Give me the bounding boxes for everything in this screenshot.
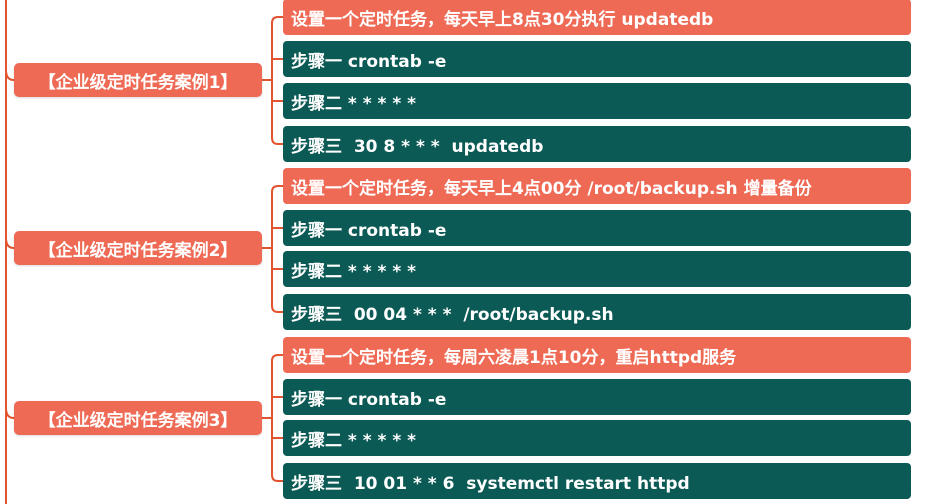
group-1-bracket xyxy=(271,16,283,145)
case-3-label[interactable]: 【企业级定时任务案例3】 xyxy=(14,401,262,435)
case-2-step-2[interactable]: 步骤二 * * * * * xyxy=(283,251,911,287)
case-1-step-2[interactable]: 步骤二 * * * * * xyxy=(283,83,911,119)
case-1-label[interactable]: 【企业级定时任务案例1】 xyxy=(14,63,262,97)
case-1-step-3[interactable]: 步骤三 30 8 * * * updatedb xyxy=(283,126,911,162)
case-3-title[interactable]: 设置一个定时任务，每周六凌晨1点10分，重启httpd服务 xyxy=(283,337,911,373)
case-2-label[interactable]: 【企业级定时任务案例2】 xyxy=(14,231,262,265)
case-2-title[interactable]: 设置一个定时任务，每天早上4点00分 /root/backup.sh 增量备份 xyxy=(283,168,911,204)
case-3-step-2[interactable]: 步骤二 * * * * * xyxy=(283,420,911,456)
case-1-title[interactable]: 设置一个定时任务，每天早上8点30分执行 updatedb xyxy=(283,0,911,35)
spine-branch-1 xyxy=(5,69,15,81)
group-2-bracket xyxy=(271,185,283,313)
case-2-step-1[interactable]: 步骤一 crontab -e xyxy=(283,210,911,246)
case-2-step-3[interactable]: 步骤三 00 04 * * * /root/backup.sh xyxy=(283,294,911,330)
case-3-step-1[interactable]: 步骤一 crontab -e xyxy=(283,379,911,415)
spine-branch-3 xyxy=(5,407,15,419)
case-1-step-1[interactable]: 步骤一 crontab -e xyxy=(283,41,911,77)
case-3-step-3[interactable]: 步骤三 10 01 * * 6 systemctl restart httpd xyxy=(283,463,911,499)
group-3-bracket xyxy=(271,354,283,482)
spine-branch-2 xyxy=(5,237,15,249)
